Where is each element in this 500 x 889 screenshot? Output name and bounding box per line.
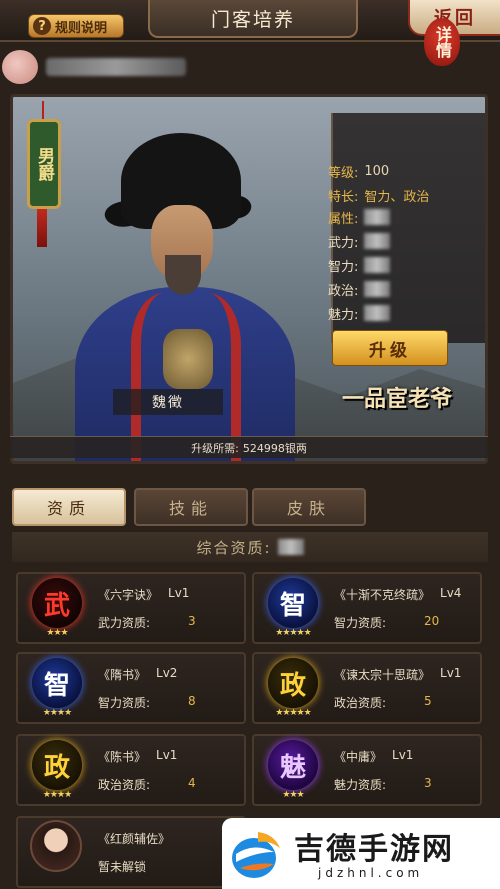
skill-book: 《中庸》 (334, 750, 383, 764)
watermark-url: jdzhnl.com (318, 866, 424, 880)
tab-aptitude[interactable]: 资质 (12, 488, 126, 526)
skill-level: Lv2 (156, 666, 178, 680)
skill-level: Lv1 (392, 748, 414, 762)
charm-orb-icon: 魅 (268, 740, 318, 790)
blurred-value (364, 209, 391, 225)
site-logo-icon (232, 832, 280, 878)
avatar (2, 50, 38, 84)
stat-politics: 政治: (328, 280, 391, 299)
skill-attr-label: 魅力资质: (334, 778, 387, 792)
skill-level: Lv1 (168, 586, 190, 600)
stat-specialty: 特长: 智力、政治 (328, 189, 430, 205)
skill-book: 《红颜辅佐》 (98, 832, 171, 846)
skill-card[interactable]: 政 ★★★★ 《陈书》 Lv1 政治资质: 4 (16, 734, 246, 806)
skill-book: 《隋书》 (98, 668, 147, 682)
skill-card[interactable]: 魅 ★★★ 《中庸》 Lv1 魅力资质: 3 (252, 734, 482, 806)
skill-attr-label: 智力资质: (334, 616, 387, 630)
title-stamp: 一品宦老爷 (341, 386, 452, 412)
star-rating: ★★★★ (42, 708, 72, 718)
rules-label: 规则说明 (55, 20, 108, 36)
character-beard (165, 255, 201, 295)
blurred-value (277, 539, 304, 555)
stat-level: 等级: 100 (328, 163, 390, 181)
skill-attr-value: 20 (424, 614, 440, 628)
star-rating: ★★★ (282, 790, 304, 800)
blurred-username (46, 58, 186, 76)
rules-button[interactable]: ? 规则说明 (28, 14, 124, 38)
skill-book: 《六字诀》 (98, 588, 159, 602)
tab-skills[interactable]: 技能 (134, 488, 248, 526)
skill-book: 《谏太宗十思疏》 (334, 668, 431, 682)
overall-aptitude: 综合资质: (12, 532, 488, 562)
star-rating: ★★★★★ (275, 708, 311, 718)
stat-force: 武力: (328, 232, 391, 251)
stat-charm: 魅力: (328, 304, 391, 323)
intellect-orb-icon: 智 (268, 578, 318, 628)
tassel-icon (37, 209, 47, 247)
blurred-value (364, 281, 391, 297)
tab-bar: 资质 技能 皮肤 (12, 488, 488, 526)
star-rating: ★★★★★ (275, 628, 311, 638)
watermark: 吉德手游网 jdzhnl.com (222, 818, 500, 889)
skill-attr-value: 4 (188, 776, 196, 790)
blurred-value (364, 257, 391, 273)
watermark-text: 吉德手游网 (294, 832, 454, 867)
skill-attr-value: 5 (424, 694, 432, 708)
skill-book: 《陈书》 (98, 750, 147, 764)
star-rating: ★★★ (46, 628, 68, 638)
stat-attribute: 属性: (328, 208, 391, 227)
skill-card[interactable]: 智 ★★★★ 《隋书》 Lv2 智力资质: 8 (16, 652, 246, 724)
page-title: 门客培养 (148, 0, 358, 38)
skill-attr-value: 3 (424, 776, 432, 790)
skill-attr-value: 8 (188, 694, 196, 708)
politics-orb-icon: 政 (268, 658, 318, 708)
question-icon: ? (33, 17, 51, 35)
blurred-value (364, 233, 391, 249)
consort-portrait-icon (30, 820, 82, 872)
upgrade-cost-bar: 升级所需: 524998银两 (10, 436, 488, 458)
skill-level: Lv4 (440, 586, 462, 600)
skill-card[interactable]: 武 ★★★ 《六字诀》 Lv1 武力资质: 3 (16, 572, 246, 644)
detail-button[interactable]: 详情 (424, 18, 460, 66)
skill-attr-label: 政治资质: (334, 696, 387, 710)
skill-card[interactable]: 智 ★★★★★ 《十渐不克终疏》 Lv4 智力资质: 20 (252, 572, 482, 644)
skill-attr-label: 武力资质: (98, 616, 151, 630)
tab-skins[interactable]: 皮肤 (252, 488, 366, 526)
hero-name: 魏徵 (113, 389, 223, 415)
politics-orb-icon: 政 (32, 740, 82, 790)
skill-level: Lv1 (156, 748, 178, 762)
rank-tag: 男爵 (27, 119, 61, 209)
skill-card[interactable]: 政 ★★★★★ 《谏太宗十思疏》 Lv1 政治资质: 5 (252, 652, 482, 724)
skill-attr-value: 3 (188, 614, 196, 628)
tassel-string (42, 101, 44, 121)
upgrade-button[interactable]: 升级 (332, 330, 448, 366)
star-rating: ★★★★ (42, 790, 72, 800)
skill-attr-label: 政治资质: (98, 778, 151, 792)
blurred-value (364, 305, 391, 321)
locked-skill-card[interactable]: 《红颜辅佐》 暂未解锁 (16, 816, 246, 888)
robe-emblem-icon (163, 329, 213, 389)
overall-label: 综合资质: (196, 538, 272, 557)
skill-level: Lv1 (440, 666, 462, 680)
intellect-orb-icon: 智 (32, 658, 82, 708)
locked-status: 暂未解锁 (98, 860, 147, 874)
skill-book: 《十渐不克终疏》 (334, 588, 431, 602)
stat-intellect: 智力: (328, 256, 391, 275)
force-orb-icon: 武 (32, 578, 82, 628)
skill-attr-label: 智力资质: (98, 696, 151, 710)
cost-value: 524998银两 (242, 441, 307, 455)
cost-label: 升级所需: (191, 441, 239, 455)
